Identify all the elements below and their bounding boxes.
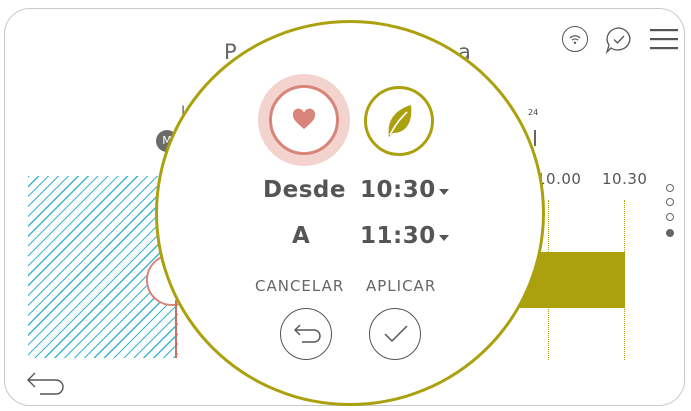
undo-arrow-icon — [294, 324, 321, 343]
heart-mode-ring — [269, 85, 339, 155]
to-label: A — [292, 223, 311, 249]
tick-line-1030 — [624, 200, 625, 360]
page-dot-1[interactable] — [666, 184, 674, 192]
menu-icon — [650, 29, 678, 50]
to-time-value[interactable]: 11:30 — [360, 223, 436, 249]
apply-label: APLICAR — [366, 277, 437, 295]
messages-button[interactable] — [604, 26, 634, 55]
cancel-button[interactable] — [280, 308, 332, 360]
from-time-value[interactable]: 10:30 — [360, 177, 436, 203]
cancel-label: CANCELAR — [255, 277, 345, 295]
back-arrow-icon — [27, 372, 64, 395]
page-dot-2[interactable] — [666, 198, 674, 206]
day-number-small: 24 — [528, 108, 539, 117]
page-dot-3[interactable] — [666, 213, 674, 221]
page-dot-4[interactable] — [666, 229, 674, 237]
back-button[interactable] — [26, 370, 68, 398]
wifi-icon — [569, 35, 581, 44]
to-dropdown-caret-icon[interactable] — [439, 235, 449, 241]
leaf-icon — [388, 105, 412, 137]
apply-button[interactable] — [369, 308, 421, 360]
wifi-button[interactable] — [562, 26, 588, 52]
menu-button[interactable] — [650, 28, 678, 50]
checkmark-icon — [384, 325, 408, 343]
eco-mode-option[interactable] — [364, 86, 434, 156]
tick-line-1000 — [548, 200, 549, 360]
heart-mode-option[interactable] — [258, 74, 350, 166]
tick-label-1030: 10.30 — [602, 170, 648, 188]
heart-icon — [292, 108, 316, 129]
day-marker-line — [534, 130, 536, 146]
chat-check-icon — [605, 27, 631, 55]
time-range-popup — [155, 20, 545, 406]
from-dropdown-caret-icon[interactable] — [439, 189, 449, 195]
from-label: Desde — [263, 177, 346, 203]
heart-mode-marker-line — [175, 300, 177, 358]
